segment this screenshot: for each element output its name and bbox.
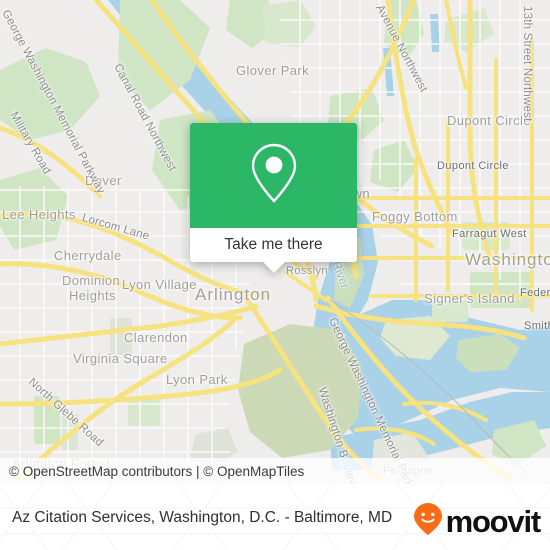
popup-header [190, 123, 357, 228]
map-attribution: © OpenStreetMap contributors | © OpenMap… [0, 458, 550, 484]
popup-arrow [262, 262, 285, 273]
moovit-smiley-pin-icon [413, 502, 443, 541]
location-popup[interactable]: Take me there [190, 123, 357, 273]
attribution-text: © OpenStreetMap contributors | © OpenMap… [9, 463, 305, 479]
page-title: Az Citation Services, Washington, D.C. -… [12, 508, 393, 526]
map-pin-icon [248, 141, 300, 210]
map-page: Glover Park Dupont Circle Dupont Circle Dov… [0, 0, 550, 550]
moovit-wordmark: moovit [445, 503, 542, 539]
map-canvas[interactable]: Glover Park Dupont Circle Dupont Circle Dov… [0, 0, 550, 484]
take-me-there-label: Take me there [224, 236, 323, 253]
moovit-logo[interactable]: moovit [413, 502, 542, 541]
page-footer: Az Citation Services, Washington, D.C. -… [0, 484, 550, 550]
popup-footer[interactable]: Take me there [190, 228, 357, 262]
